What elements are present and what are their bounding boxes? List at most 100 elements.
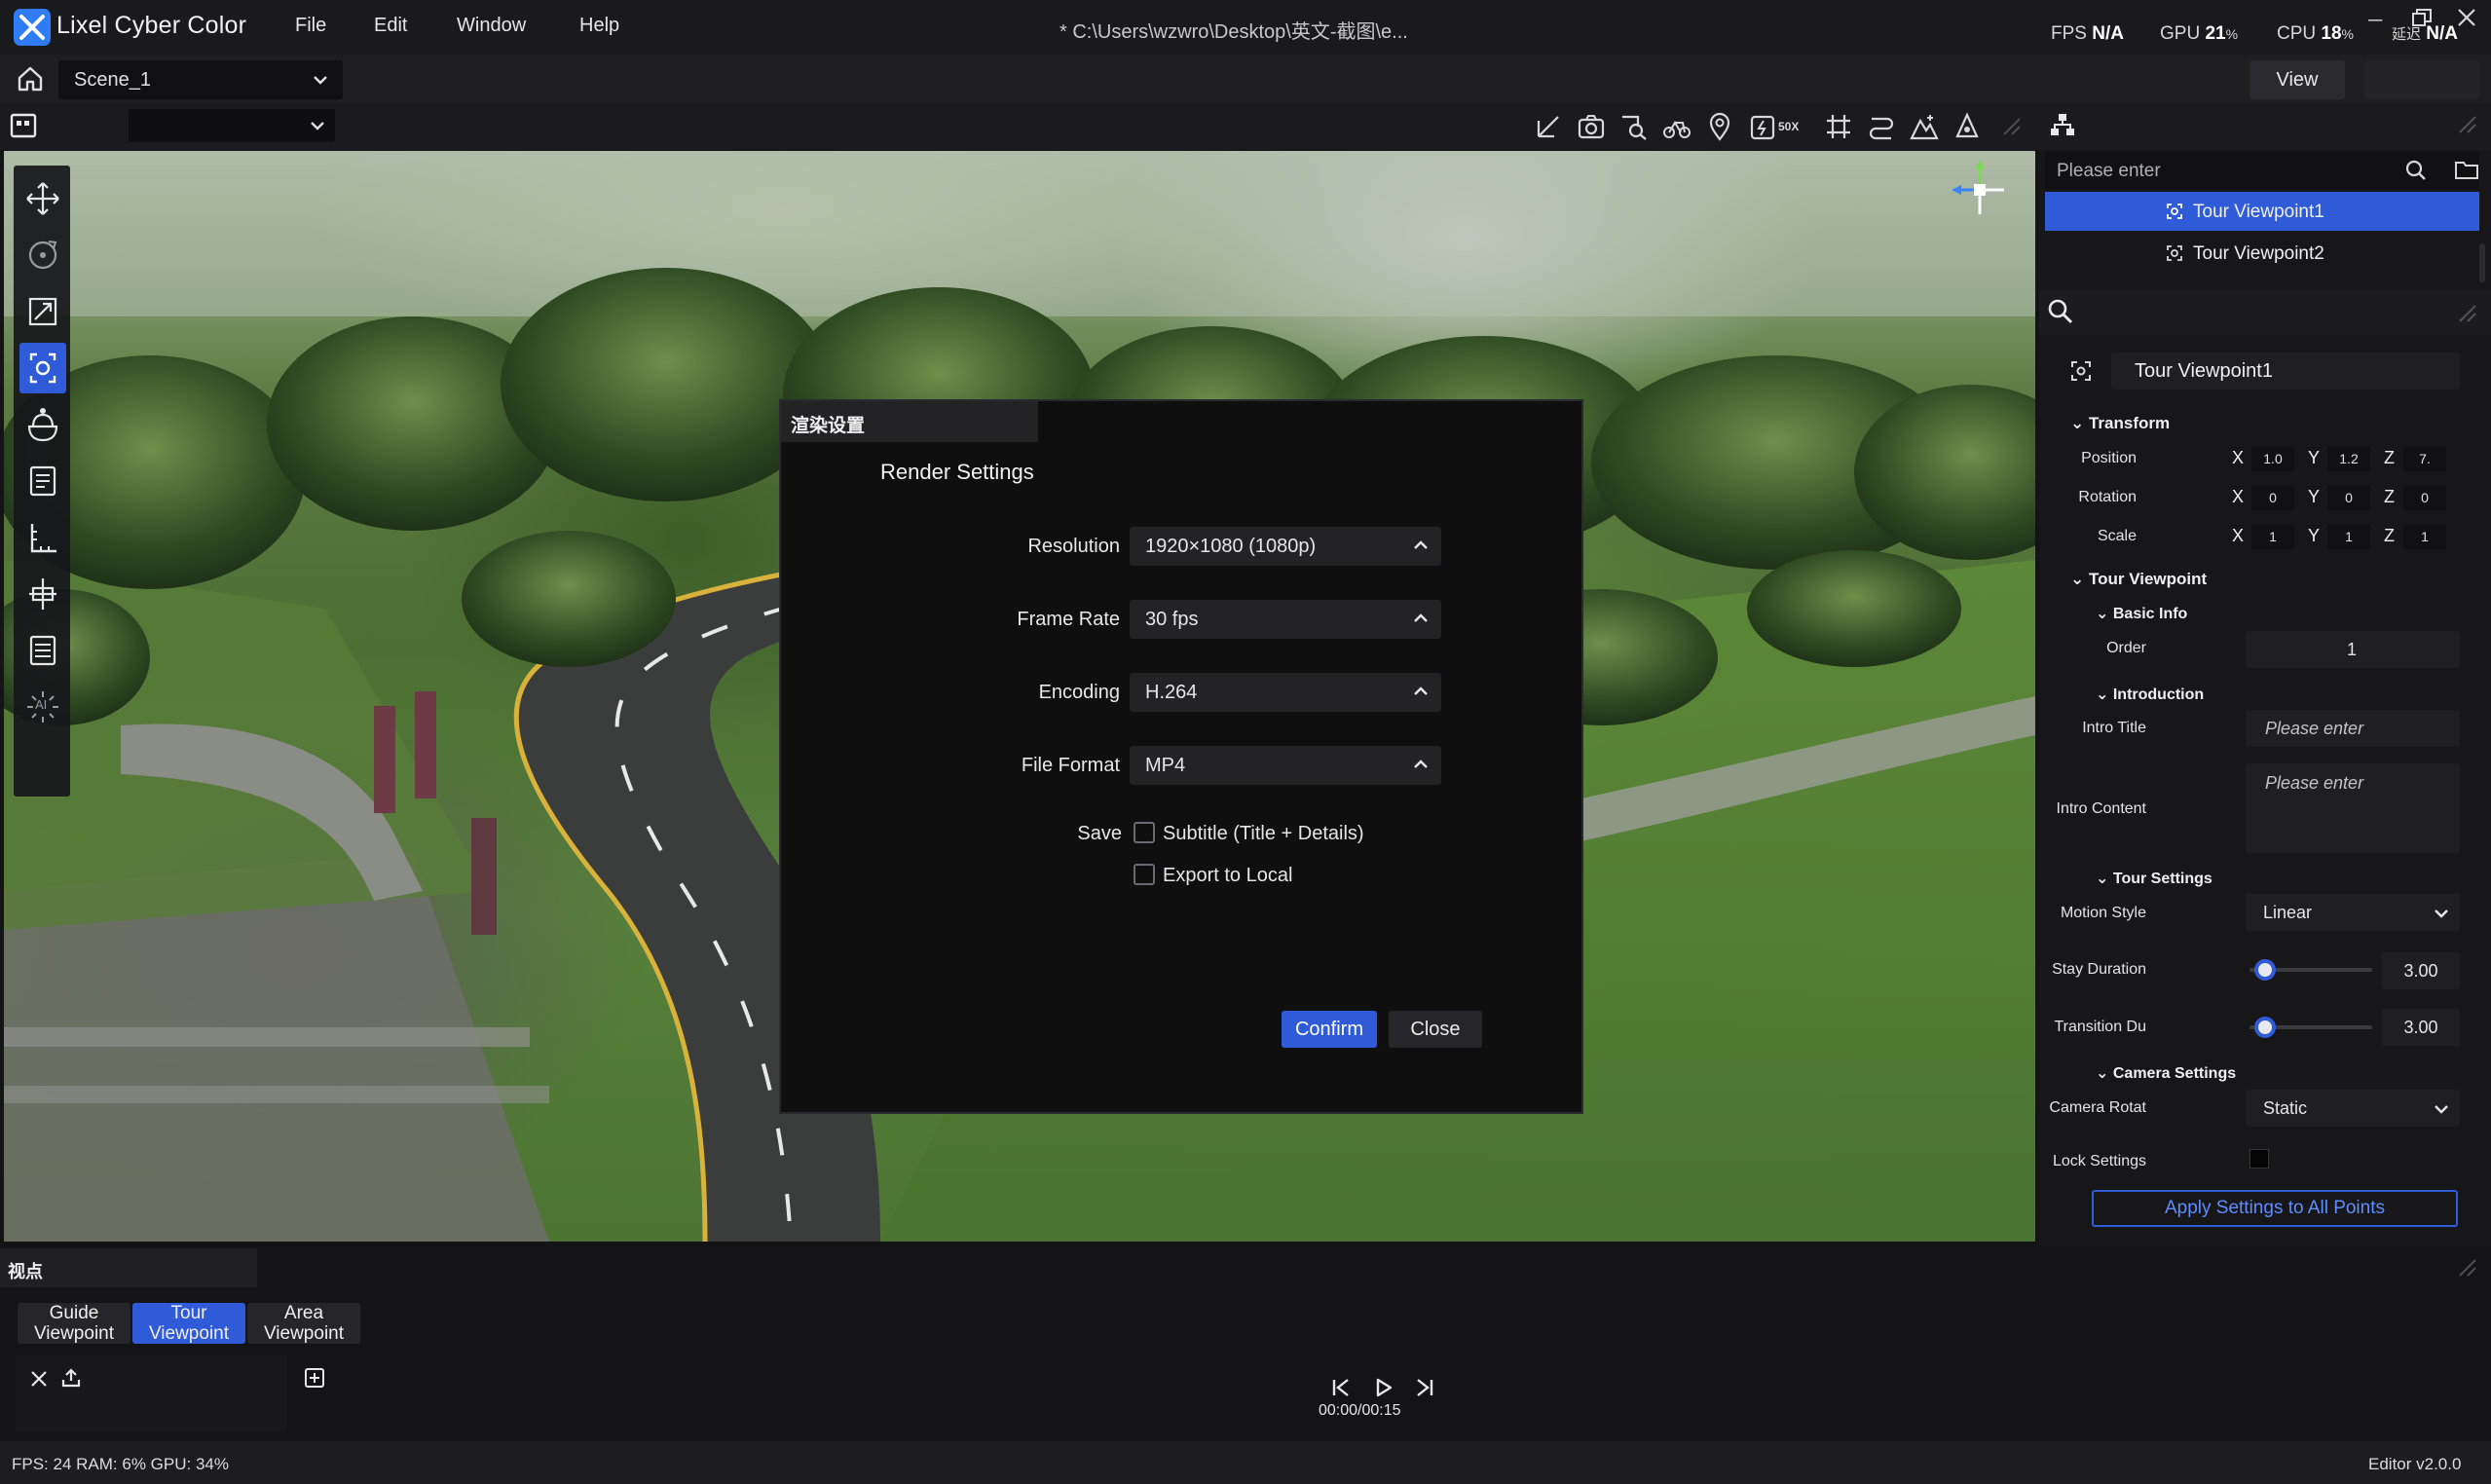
search-area-icon[interactable] — [1618, 111, 1650, 142]
axis-x: X — [2232, 448, 2245, 467]
editor-version: Editor v2.0.0 — [2368, 1455, 2462, 1473]
home-icon[interactable] — [16, 64, 45, 93]
minimize-icon[interactable]: ─ — [2368, 10, 2382, 32]
notes-tool[interactable] — [19, 456, 66, 506]
close-window-icon[interactable] — [2456, 8, 2477, 27]
close-button[interactable]: Close — [1389, 1011, 1482, 1048]
speed-50x-icon[interactable]: 50X — [1749, 111, 1803, 142]
tour-viewpoint-section[interactable]: ⌄ Tour Viewpoint — [2070, 570, 2207, 589]
ruler-tool[interactable] — [19, 512, 66, 563]
panel-expand-icon[interactable] — [2456, 302, 2479, 325]
panel-expand-icon[interactable] — [2456, 113, 2479, 136]
camera-mode-select[interactable] — [129, 109, 335, 142]
menu-edit[interactable]: Edit — [374, 15, 407, 37]
move-icon — [26, 182, 59, 215]
rotate-tool[interactable] — [19, 230, 66, 280]
rotation-z-input[interactable]: 0 — [2403, 485, 2446, 510]
expand-corner-icon[interactable] — [1996, 111, 2027, 142]
bicycle-icon[interactable] — [1661, 111, 1692, 142]
viewpoint-item[interactable]: Tour Viewpoint1 — [2045, 192, 2479, 231]
axis-z: Z — [2384, 448, 2395, 467]
path-icon[interactable] — [1866, 111, 1897, 142]
view-extra-button[interactable] — [2364, 60, 2479, 99]
viewpoint-search[interactable]: Please enter — [2045, 152, 2479, 189]
menu-file[interactable]: File — [295, 15, 326, 37]
rotation-x-input[interactable]: 0 — [2251, 485, 2294, 510]
stay-duration-input[interactable]: 3.00 — [2382, 952, 2460, 989]
add-keyframe-icon[interactable] — [304, 1367, 325, 1389]
view-button[interactable]: View — [2249, 60, 2345, 99]
rotation-y-input[interactable]: 0 — [2327, 485, 2370, 510]
basic-info-section[interactable]: ⌄ Basic Info — [2096, 604, 2187, 623]
section-tool[interactable] — [19, 569, 66, 619]
scale-label: Scale — [2097, 528, 2137, 544]
tab-tour-viewpoint[interactable]: Tour Viewpoint — [132, 1303, 245, 1344]
bottom-panel — [0, 1246, 2491, 1439]
subtitle-checkbox[interactable] — [1134, 822, 1155, 843]
lock-settings-label: Lock Settings — [2052, 1153, 2146, 1169]
location-pin-icon[interactable] — [1704, 111, 1735, 142]
export-local-checkbox[interactable] — [1134, 864, 1155, 885]
tour-settings-section[interactable]: ⌄ Tour Settings — [2096, 869, 2212, 888]
terrain-icon[interactable] — [1909, 111, 1940, 142]
camera-icon[interactable] — [1576, 111, 1607, 142]
camera-settings-section[interactable]: ⌄ Camera Settings — [2096, 1063, 2236, 1083]
viewpoint-name-field[interactable]: Tour Viewpoint1 — [2111, 352, 2460, 390]
motion-style-select[interactable]: Linear — [2246, 894, 2460, 931]
scale-y-input[interactable]: 1 — [2327, 524, 2370, 549]
rotation-label: Rotation — [2078, 489, 2137, 505]
tab-area-viewpoint[interactable]: Area Viewpoint — [247, 1303, 360, 1344]
camera-rotate-select[interactable]: Static — [2246, 1090, 2460, 1127]
position-y-input[interactable]: 1.2 — [2327, 446, 2370, 471]
lock-settings-checkbox[interactable] — [2249, 1149, 2269, 1169]
file-format-select[interactable]: MP4 — [1130, 746, 1441, 785]
viewpoint-tool[interactable] — [19, 343, 66, 393]
ai-tool[interactable]: AI — [19, 682, 66, 732]
apply-to-all-button[interactable]: Apply Settings to All Points — [2092, 1190, 2458, 1227]
property-search-icon[interactable] — [2047, 298, 2074, 325]
subtitle-checkbox-label: Subtitle (Title + Details) — [1163, 823, 1364, 844]
scale-tool[interactable] — [19, 286, 66, 337]
scale-x-input[interactable]: 1 — [2251, 524, 2294, 549]
position-x-input[interactable]: 1.0 — [2251, 446, 2294, 471]
scene-select[interactable]: Scene_1 — [58, 60, 343, 99]
grid-icon[interactable] — [1823, 111, 1854, 142]
resolution-select[interactable]: 1920×1080 (1080p) — [1130, 527, 1441, 566]
frame-rate-select[interactable]: 30 fps — [1130, 600, 1441, 639]
panel-expand-icon[interactable] — [2456, 1256, 2479, 1280]
menu-window[interactable]: Window — [457, 15, 526, 37]
scale-z-input[interactable]: 1 — [2403, 524, 2446, 549]
play-icon[interactable] — [1373, 1377, 1394, 1398]
helmet-tool[interactable] — [19, 399, 66, 450]
list-scrollbar[interactable] — [2479, 243, 2485, 282]
tab-guide-viewpoint[interactable]: Guide Viewpoint — [18, 1303, 130, 1344]
viewpoint-item[interactable]: Tour Viewpoint2 — [2045, 234, 2479, 273]
skip-forward-icon[interactable] — [1414, 1377, 1435, 1398]
delete-icon[interactable] — [29, 1369, 49, 1389]
position-z-input[interactable]: 7. — [2403, 446, 2446, 471]
resolution-label: Resolution — [1027, 536, 1120, 557]
export-local-checkbox-label: Export to Local — [1163, 865, 1293, 886]
folder-icon[interactable] — [2454, 158, 2479, 181]
intro-title-input[interactable]: Please enter — [2246, 710, 2460, 747]
introduction-section[interactable]: ⌄ Introduction — [2096, 685, 2204, 704]
skip-back-icon[interactable] — [1330, 1377, 1352, 1398]
list-tool[interactable] — [19, 625, 66, 676]
hierarchy-icon[interactable] — [2049, 111, 2076, 138]
orientation-gizmo[interactable] — [1946, 156, 2014, 224]
export-icon[interactable] — [60, 1367, 82, 1389]
confirm-button[interactable]: Confirm — [1282, 1011, 1377, 1048]
restore-icon[interactable] — [2411, 8, 2433, 27]
chevron-down-icon — [2435, 909, 2448, 918]
transform-section[interactable]: ⌄ Transform — [2070, 414, 2170, 433]
order-input[interactable]: 1 — [2246, 631, 2460, 668]
layout-icon[interactable] — [10, 113, 37, 138]
measure-icon[interactable] — [1533, 111, 1564, 142]
menu-help[interactable]: Help — [579, 15, 619, 37]
light-icon[interactable] — [1952, 111, 1983, 142]
encoding-select[interactable]: H.264 — [1130, 673, 1441, 712]
transition-duration-input[interactable]: 3.00 — [2382, 1009, 2460, 1046]
save-label: Save — [1077, 823, 1122, 844]
intro-content-textarea[interactable]: Please enter — [2246, 763, 2460, 853]
move-tool[interactable] — [19, 173, 66, 224]
